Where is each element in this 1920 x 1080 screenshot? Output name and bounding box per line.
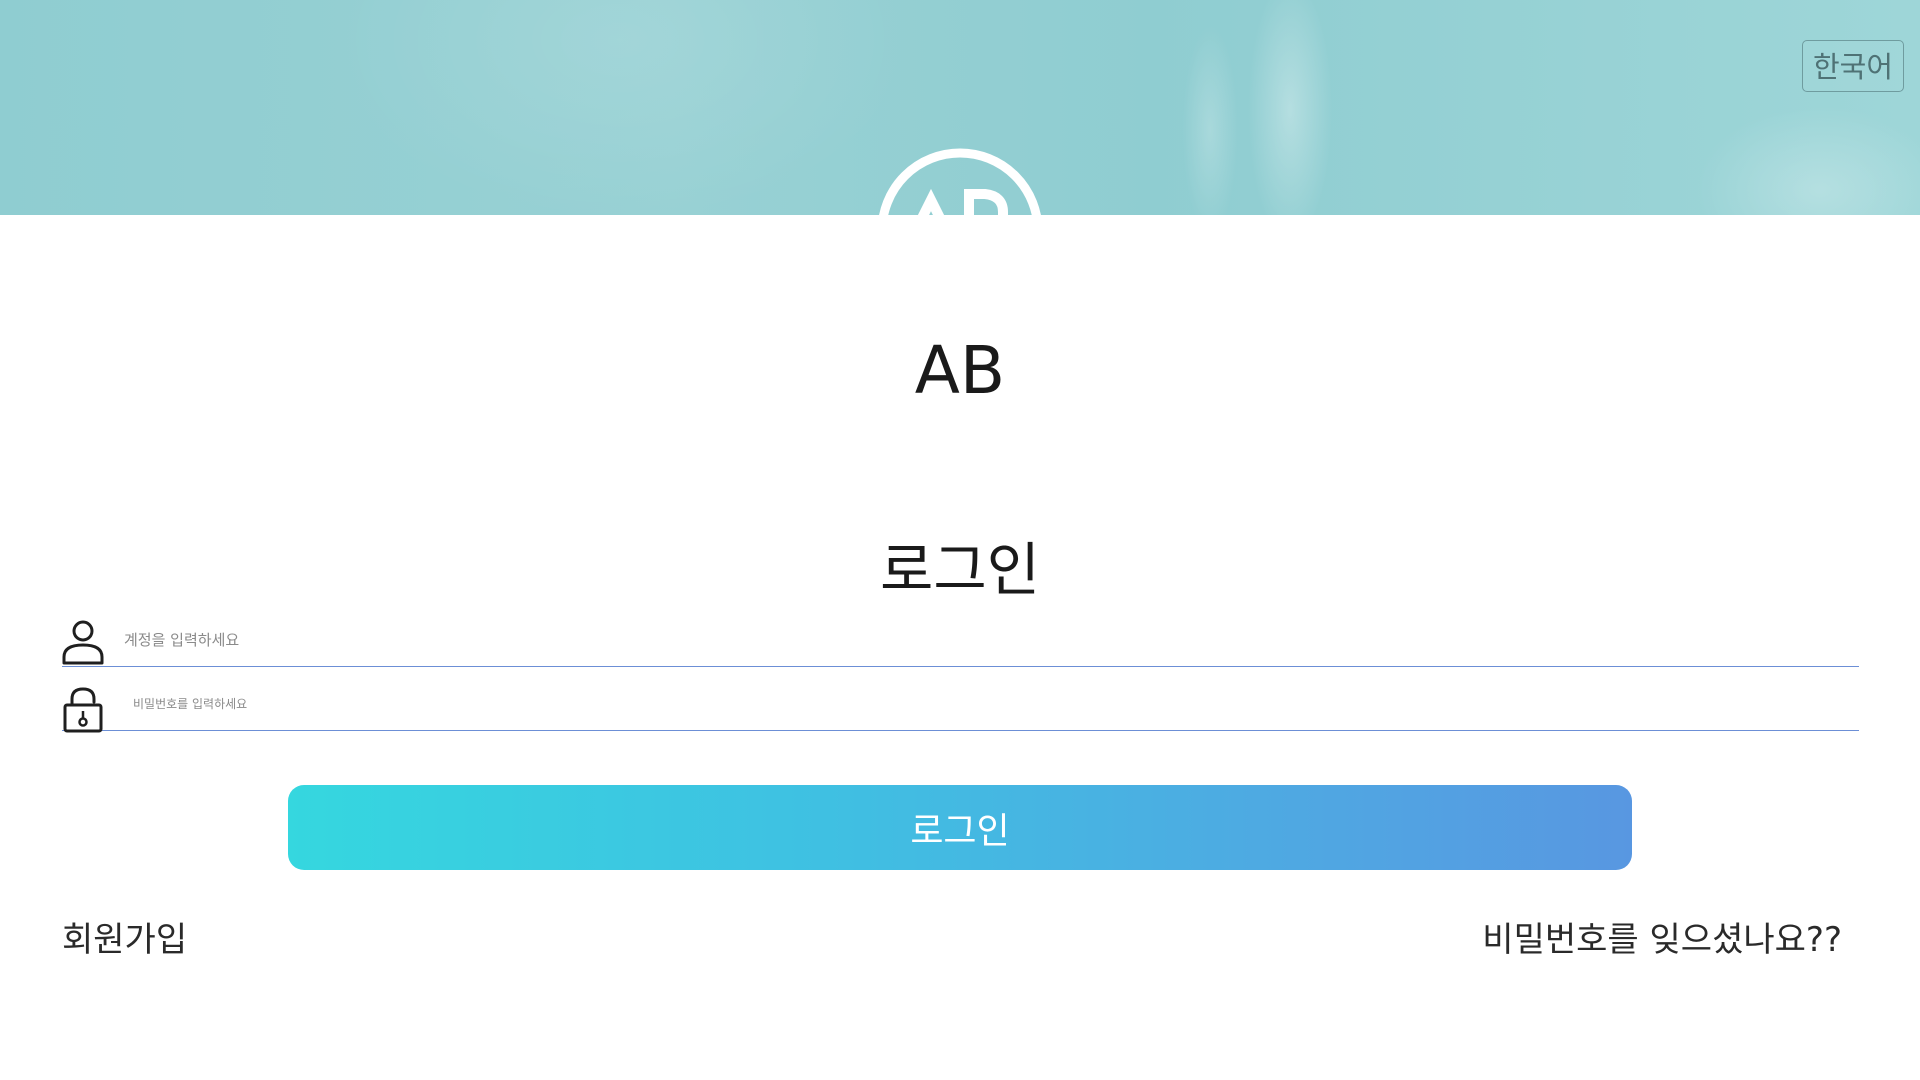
form-title: 로그인 [879, 536, 1041, 604]
language-button[interactable]: 한국어 [1801, 40, 1904, 92]
signup-link[interactable]: 회원가입 [62, 912, 187, 961]
login-page: 한국어 AB 로그인 로그인 회원가입 비밀번호를 잊으셨나요?? [0, 0, 1920, 1080]
password-field [62, 673, 1859, 733]
login-button[interactable]: 로그인 [288, 785, 1632, 870]
header-banner: 한국어 [0, 0, 1920, 215]
lock-icon [63, 687, 103, 733]
forgot-password-link[interactable]: 비밀번호를 잊으셨나요?? [1482, 912, 1842, 961]
logo-emblem [879, 148, 1041, 215]
account-field [62, 609, 1859, 667]
password-input[interactable] [131, 681, 1835, 727]
account-input[interactable] [122, 617, 1826, 663]
user-icon [62, 620, 104, 665]
app-name: AB [914, 332, 1006, 409]
